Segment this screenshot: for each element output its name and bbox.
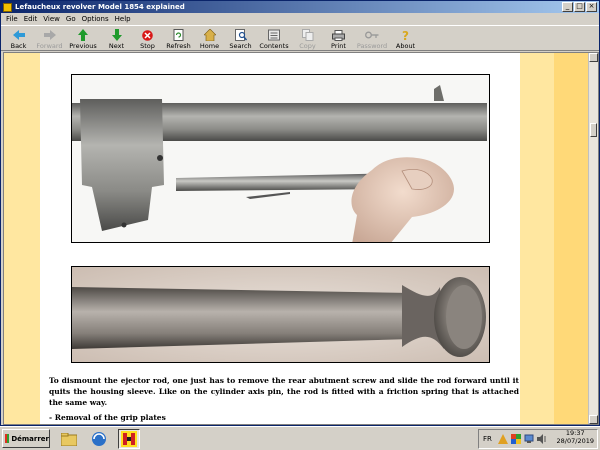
photo-ejector-housing [71,74,490,243]
app-icon [3,2,12,12]
help-viewer-icon [121,431,137,447]
down-arrow-icon [110,29,124,41]
scroll-thumb[interactable] [590,123,597,137]
section-heading: - Removal of the grip plates [49,413,166,422]
next-label: Next [108,42,125,50]
search-icon [234,29,248,41]
right-margin-band [520,53,554,424]
photo-ejector-rod-closeup [71,266,490,363]
password-button[interactable]: Password [354,26,390,51]
warning-icon[interactable] [497,434,508,444]
volume-icon[interactable] [536,434,547,444]
flag-icon[interactable] [510,434,521,444]
folder-icon [61,432,77,446]
refresh-icon [172,29,186,41]
stop-button[interactable]: Stop [132,26,163,51]
clock[interactable]: 19:37 28/07/2019 [557,429,594,445]
clock-time: 19:37 [565,429,585,437]
refresh-button[interactable]: Refresh [163,26,194,51]
password-label: Password [356,42,388,50]
vertical-scrollbar[interactable] [588,53,598,424]
about-button[interactable]: ? About [390,26,421,51]
maximize-button[interactable]: □ [574,2,585,12]
contents-label: Contents [259,42,289,50]
previous-button[interactable]: Previous [65,26,101,51]
up-arrow-icon [76,29,90,41]
forward-button[interactable]: Forward [34,26,65,51]
start-button[interactable]: Démarrer [2,429,50,448]
back-button[interactable]: Back [3,26,34,51]
refresh-label: Refresh [166,42,191,50]
print-icon [332,29,346,41]
search-button[interactable]: Search [225,26,256,51]
taskbar: Démarrer FR 19:37 28/07/2019 [0,426,600,450]
search-label: Search [229,42,252,50]
back-label: Back [10,42,27,50]
copy-button[interactable]: Copy [292,26,323,51]
toolbar: Back Forward Previous Next Stop Refresh … [1,25,599,51]
menu-bar: File Edit View Go Options Help [1,13,599,24]
quicklaunch-folder[interactable] [58,429,80,449]
quicklaunch-browser[interactable] [88,429,110,449]
scroll-down-button[interactable] [589,415,598,424]
language-indicator[interactable]: FR [483,435,492,443]
about-label: About [395,42,416,50]
contents-button[interactable]: Contents [256,26,292,51]
taskbar-app-help-viewer[interactable] [118,429,140,449]
body-paragraph: To dismount the ejector rod, one just ha… [49,376,519,407]
copy-label: Copy [299,42,316,50]
print-label: Print [331,42,346,50]
menu-help[interactable]: Help [112,15,134,23]
contents-icon [267,29,281,41]
back-arrow-icon [12,29,26,41]
browser-icon [92,432,106,446]
scroll-up-button[interactable] [589,53,598,62]
clock-date: 28/07/2019 [556,437,594,445]
app-window: Lefaucheux revolver Model 1854 explained… [0,0,600,426]
menu-file[interactable]: File [3,15,21,23]
minimize-button[interactable]: _ [562,2,573,12]
home-label: Home [199,42,220,50]
about-icon: ? [399,29,413,41]
close-button[interactable]: × [586,2,597,12]
home-button[interactable]: Home [194,26,225,51]
menu-options[interactable]: Options [79,15,112,23]
menu-view[interactable]: View [40,15,63,23]
forward-arrow-icon [43,29,57,41]
start-label: Démarrer [11,434,49,443]
right-outer-band [554,53,590,424]
key-icon [365,29,379,41]
forward-label: Forward [36,42,63,50]
home-icon [203,29,217,41]
copy-icon [301,29,315,41]
content-pane[interactable]: To dismount the ejector rod, one just ha… [3,52,599,425]
previous-label: Previous [69,42,97,50]
menu-go[interactable]: Go [63,15,79,23]
stop-label: Stop [140,42,155,50]
network-icon[interactable] [524,434,534,444]
menu-edit[interactable]: Edit [21,15,41,23]
print-button[interactable]: Print [323,26,354,51]
window-title: Lefaucheux revolver Model 1854 explained [15,3,185,11]
title-bar[interactable]: Lefaucheux revolver Model 1854 explained… [1,1,599,13]
windows-logo-icon [5,434,10,443]
svg-text:?: ? [402,29,409,41]
left-margin-band [4,53,40,424]
stop-icon [141,29,155,41]
next-button[interactable]: Next [101,26,132,51]
